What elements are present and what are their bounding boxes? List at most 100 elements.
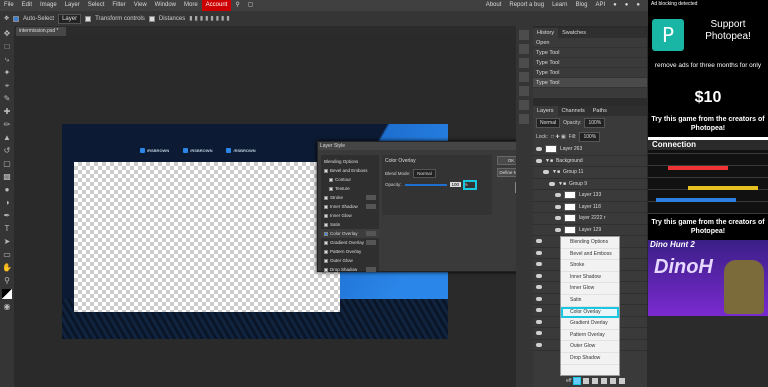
menu-item-stroke[interactable]: Stroke bbox=[561, 260, 619, 272]
menu-image[interactable]: Image bbox=[36, 0, 61, 11]
style-checkbox[interactable] bbox=[324, 222, 328, 227]
menu-edit[interactable]: Edit bbox=[18, 0, 36, 11]
visibility-icon[interactable] bbox=[536, 273, 542, 278]
style-checkbox[interactable] bbox=[324, 231, 328, 236]
history-item[interactable]: Open bbox=[533, 38, 647, 48]
layer-row[interactable]: ▼■ Background bbox=[533, 156, 647, 167]
visibility-icon[interactable] bbox=[555, 204, 561, 209]
history-item[interactable]: Type Tool bbox=[533, 48, 647, 58]
layer-select[interactable]: Layer bbox=[58, 13, 82, 24]
path-select-icon[interactable]: ➤ bbox=[2, 237, 12, 247]
visibility-icon[interactable] bbox=[536, 319, 542, 324]
menu-item-inner-shadow[interactable]: Inner Shadow bbox=[561, 272, 619, 284]
hand-tool-icon[interactable]: ✋ bbox=[2, 263, 12, 273]
css-panel-icon[interactable] bbox=[519, 100, 529, 110]
style-drop-shadow[interactable]: Drop Shadow bbox=[321, 265, 379, 274]
pen-tool-icon[interactable]: ✒ bbox=[2, 211, 12, 221]
align-icons[interactable]: ▮▮▮▮▮▮▮▮ bbox=[189, 15, 231, 22]
menu-view[interactable]: View bbox=[130, 0, 151, 11]
trash-icon[interactable] bbox=[619, 378, 626, 384]
layer-row[interactable]: Layer 133 bbox=[533, 190, 647, 202]
layer-row[interactable]: layer 2222 r bbox=[533, 213, 647, 225]
game-ad-message[interactable]: Try this game from the creators of Photo… bbox=[648, 111, 768, 137]
blend-mode-select[interactable]: Normal bbox=[413, 169, 436, 178]
game-ad-message[interactable]: Try this game from the creators of Photo… bbox=[648, 214, 768, 240]
tab-channels[interactable]: Channels bbox=[558, 106, 589, 116]
color-swatch-icon[interactable] bbox=[2, 289, 12, 299]
marquee-tool-icon[interactable]: □ bbox=[2, 42, 12, 52]
menu-item-color-overlay[interactable]: Color Overlay bbox=[561, 306, 619, 319]
style-checkbox[interactable] bbox=[324, 267, 328, 272]
dino-hunt-game-ad[interactable]: Dino Hunt 2 DinoH bbox=[648, 240, 768, 316]
add-remove-buttons[interactable] bbox=[366, 267, 376, 272]
support-ad[interactable]: P Support Photopea! remove ads for three… bbox=[648, 9, 768, 111]
style-checkbox[interactable] bbox=[329, 177, 333, 182]
mask-icon[interactable] bbox=[592, 378, 599, 384]
history-item[interactable]: Type Tool bbox=[533, 78, 647, 88]
style-checkbox[interactable] bbox=[324, 249, 328, 254]
menu-item-satin[interactable]: Satin bbox=[561, 295, 619, 307]
connection-game-ad[interactable]: Connection bbox=[648, 140, 768, 214]
layer-row[interactable]: ▼■ Group 9 bbox=[533, 179, 647, 190]
layer-blend-select[interactable]: Normal bbox=[536, 118, 561, 128]
add-remove-buttons[interactable] bbox=[366, 231, 376, 236]
add-remove-buttons[interactable] bbox=[366, 204, 376, 209]
style-stroke[interactable]: Stroke bbox=[321, 193, 379, 202]
link-api[interactable]: API bbox=[591, 0, 609, 11]
shape-tool-icon[interactable]: ▭ bbox=[2, 250, 12, 260]
style-inner-shadow[interactable]: Inner Shadow bbox=[321, 202, 379, 211]
tab-history[interactable]: History bbox=[533, 28, 559, 38]
document-tab[interactable]: intermission.psd * bbox=[16, 27, 66, 36]
style-blending-options[interactable]: Blending Options bbox=[321, 157, 379, 166]
stamp-tool-icon[interactable]: ▲ bbox=[2, 133, 12, 143]
account-button[interactable]: Account bbox=[201, 0, 232, 11]
menu-item-pattern-overlay[interactable]: Pattern Overlay bbox=[561, 330, 619, 342]
layer-row[interactable]: Layer 118 bbox=[533, 202, 647, 213]
lasso-tool-icon[interactable]: ⤷ bbox=[2, 55, 12, 65]
visibility-icon[interactable] bbox=[536, 331, 542, 336]
style-bevel-emboss[interactable]: Bevel and Emboss bbox=[321, 166, 379, 175]
style-satin[interactable]: Satin bbox=[321, 220, 379, 229]
zoom-tool-icon[interactable]: ⚲ bbox=[2, 276, 12, 286]
history-panel-icon[interactable] bbox=[519, 30, 529, 40]
layer-opacity-input[interactable]: 100% bbox=[584, 118, 606, 128]
layer-row[interactable]: ▼■ Group 11 bbox=[533, 167, 647, 179]
swatches-panel-icon[interactable] bbox=[519, 44, 529, 54]
style-inner-glow[interactable]: Inner Glow bbox=[321, 211, 379, 220]
new-layer-icon[interactable] bbox=[610, 378, 617, 384]
style-pattern-overlay[interactable]: Pattern Overlay bbox=[321, 247, 379, 256]
menu-filter[interactable]: Filter bbox=[108, 0, 129, 11]
tab-swatches[interactable]: Swatches bbox=[558, 28, 590, 38]
lock-icons[interactable]: □ ✚ ▣ bbox=[551, 134, 566, 140]
menu-window[interactable]: Window bbox=[151, 0, 180, 11]
link-learn[interactable]: Learn bbox=[548, 0, 571, 11]
auto-select-checkbox[interactable] bbox=[13, 15, 20, 22]
image-panel-icon[interactable] bbox=[519, 114, 529, 124]
history-item[interactable]: Type Tool bbox=[533, 68, 647, 78]
layer-fill-input[interactable]: 100% bbox=[579, 132, 601, 142]
menu-more[interactable]: More bbox=[180, 0, 202, 11]
link-blog[interactable]: Blog bbox=[571, 0, 591, 11]
adjustment-icon[interactable] bbox=[583, 378, 590, 384]
tab-paths[interactable]: Paths bbox=[589, 106, 611, 116]
menu-select[interactable]: Select bbox=[84, 0, 109, 11]
character-panel-icon[interactable] bbox=[519, 72, 529, 82]
style-checkbox[interactable] bbox=[324, 168, 328, 173]
visibility-icon[interactable] bbox=[536, 250, 542, 255]
search-icon[interactable]: ⚲ bbox=[231, 0, 243, 11]
visibility-icon[interactable] bbox=[536, 158, 542, 163]
visibility-icon[interactable] bbox=[555, 193, 561, 198]
menu-item-gradient-overlay[interactable]: Gradient Overlay bbox=[561, 318, 619, 330]
visibility-icon[interactable] bbox=[536, 262, 542, 267]
twitter-icon[interactable]: ● bbox=[621, 0, 633, 11]
opacity-input[interactable]: 100 bbox=[449, 182, 462, 187]
folder-icon[interactable] bbox=[601, 378, 608, 384]
fullscreen-icon[interactable]: ▢ bbox=[244, 0, 258, 11]
style-texture[interactable]: Texture bbox=[321, 184, 379, 193]
add-remove-buttons[interactable] bbox=[366, 195, 376, 200]
menu-item-inner-glow[interactable]: Inner Glow bbox=[561, 283, 619, 295]
style-checkbox[interactable] bbox=[324, 240, 328, 245]
add-remove-buttons[interactable] bbox=[366, 240, 376, 245]
gradient-tool-icon[interactable]: ▩ bbox=[2, 172, 12, 182]
style-checkbox[interactable] bbox=[324, 204, 328, 209]
